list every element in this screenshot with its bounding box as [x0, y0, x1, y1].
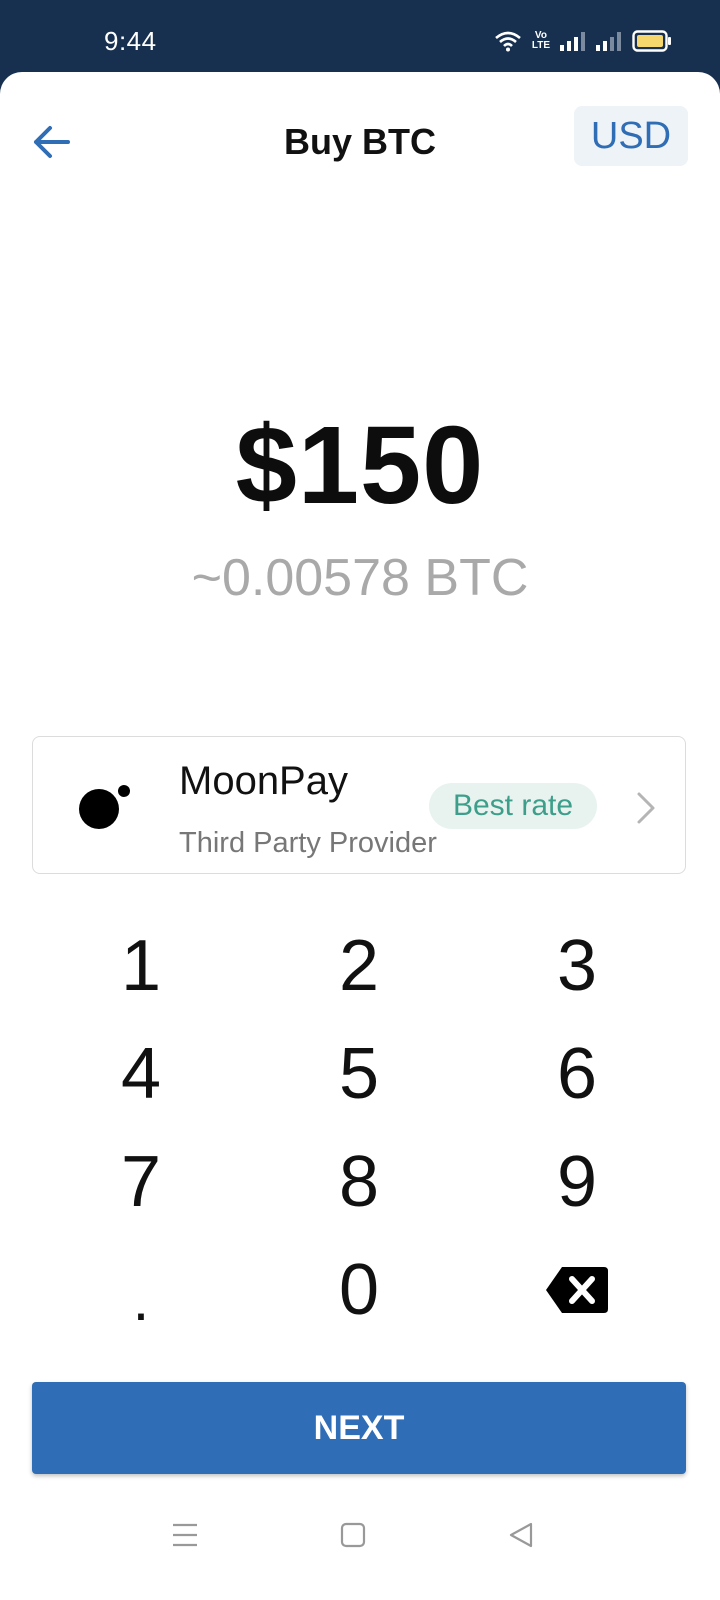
status-icons: Vo LTE — [494, 30, 672, 52]
backspace-icon — [546, 1267, 608, 1313]
key-2[interactable]: 2 — [250, 912, 468, 1020]
key-0[interactable]: 0 — [250, 1236, 468, 1344]
signal-icon-2 — [596, 32, 621, 51]
number-keypad: 1 2 3 4 5 6 7 8 9 . 0 — [32, 912, 686, 1344]
fiat-amount: $150 — [235, 404, 485, 527]
chevron-right-icon — [637, 792, 655, 824]
provider-card[interactable]: MoonPay Third Party Provider Best rate — [32, 736, 686, 874]
best-rate-badge: Best rate — [429, 783, 597, 829]
system-nav-bar — [0, 1492, 720, 1592]
key-5[interactable]: 5 — [250, 1020, 468, 1128]
key-6[interactable]: 6 — [468, 1020, 686, 1128]
battery-icon — [632, 30, 671, 52]
key-7[interactable]: 7 — [32, 1128, 250, 1236]
key-3[interactable]: 3 — [468, 912, 686, 1020]
volte-icon: Vo LTE — [531, 30, 550, 51]
crypto-amount: ~0.00578 BTC — [191, 549, 529, 607]
key-4[interactable]: 4 — [32, 1020, 250, 1128]
provider-subtitle: Third Party Provider — [179, 827, 437, 859]
menu-icon[interactable] — [172, 1522, 198, 1548]
key-9[interactable]: 9 — [468, 1128, 686, 1236]
signal-icon-1 — [560, 32, 585, 51]
key-1[interactable]: 1 — [32, 912, 250, 1020]
key-8[interactable]: 8 — [250, 1128, 468, 1236]
back-triangle-icon[interactable] — [508, 1522, 534, 1548]
buy-sheet: Buy BTC USD $150 ~0.00578 BTC MoonPay Th… — [0, 72, 720, 1600]
status-time: 9:44 — [104, 26, 157, 56]
key-decimal[interactable]: . — [32, 1236, 250, 1344]
currency-toggle-button[interactable]: USD — [574, 106, 688, 166]
status-bar: 9:44 Vo LTE — [0, 0, 720, 80]
next-button[interactable]: NEXT — [32, 1382, 686, 1474]
backspace-button[interactable] — [468, 1236, 686, 1344]
provider-name: MoonPay — [179, 759, 348, 803]
wifi-icon — [495, 31, 521, 52]
moonpay-logo-icon — [79, 785, 130, 829]
home-square-icon[interactable] — [340, 1522, 366, 1548]
